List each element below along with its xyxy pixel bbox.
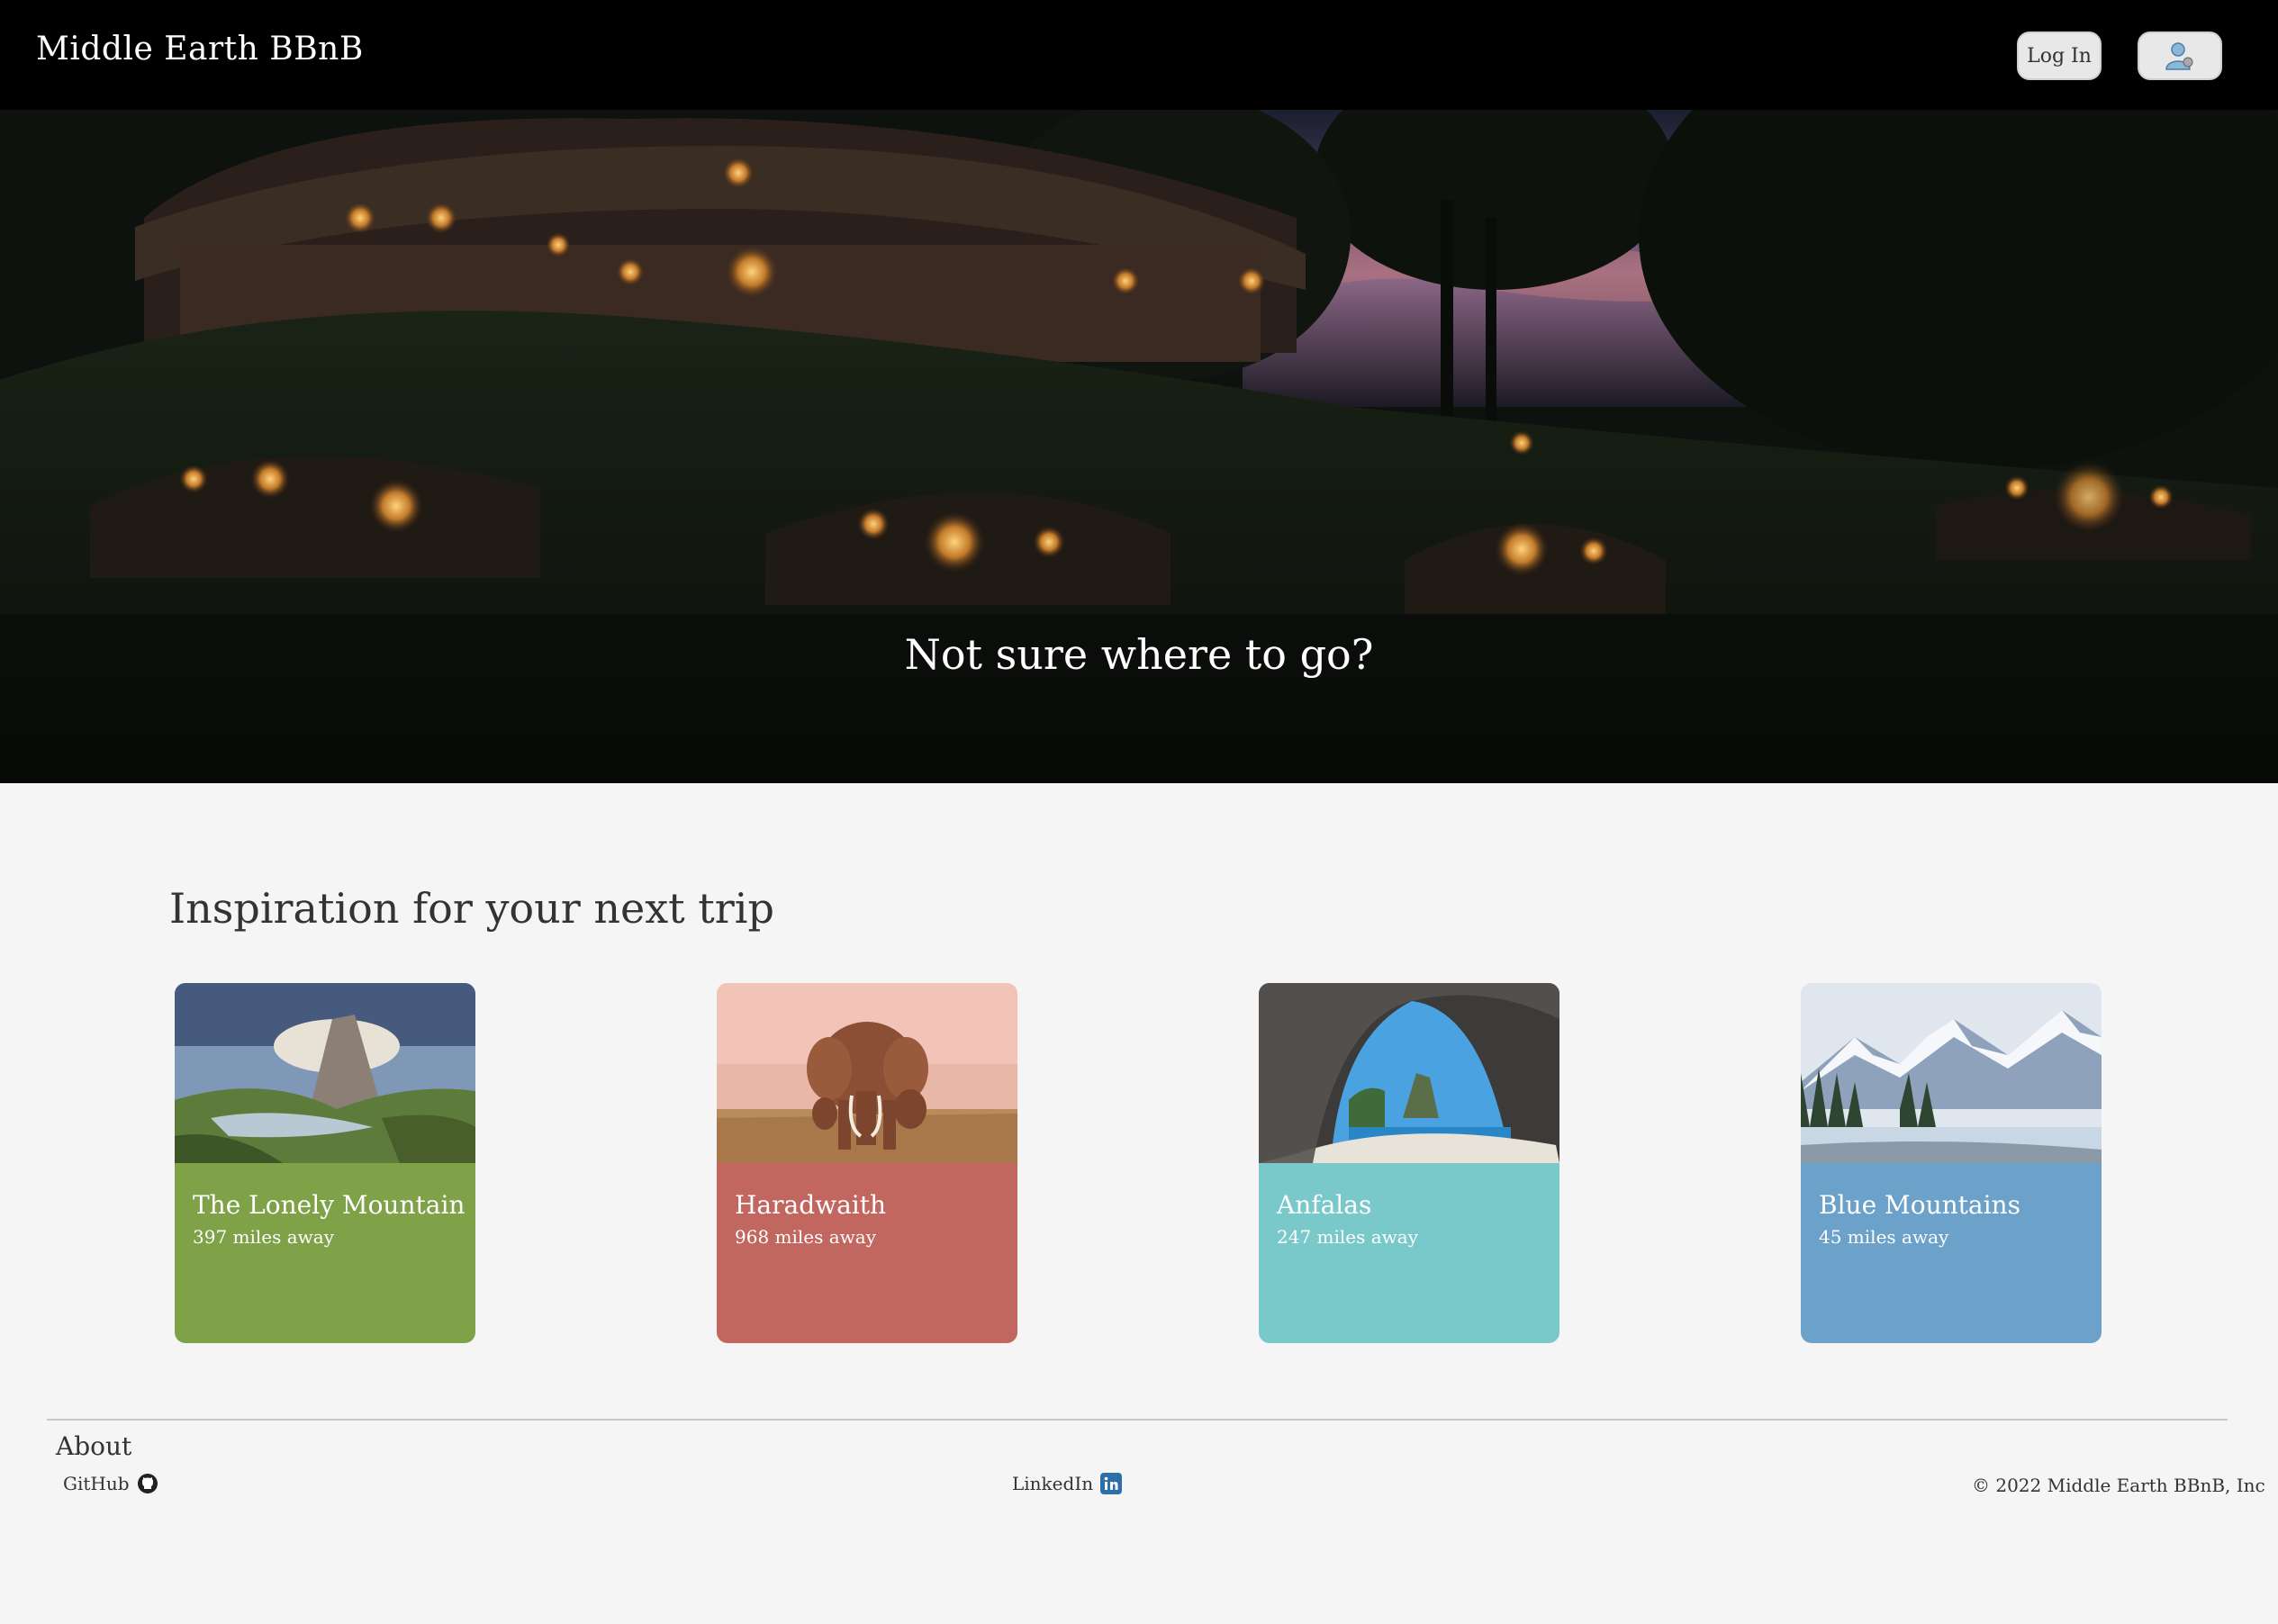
section-title: Inspiration for your next trip [169, 884, 774, 933]
linkedin-label: LinkedIn [1012, 1473, 1094, 1494]
user-menu-button[interactable] [2138, 32, 2222, 80]
user-avatar-icon [2165, 42, 2193, 70]
haradwaith-image [717, 983, 1017, 1163]
card-distance: 45 miles away [1819, 1226, 1949, 1248]
hero-banner: Not sure where to go? [0, 110, 2278, 783]
card-info: Anfalas 247 miles away [1259, 1163, 1559, 1343]
linkedin-link[interactable]: LinkedIn [1012, 1473, 1123, 1494]
destination-card-anfalas[interactable]: Anfalas 247 miles away [1259, 983, 1559, 1343]
login-button[interactable]: Log In [2017, 32, 2102, 80]
destination-card-blue-mountains[interactable]: Blue Mountains 45 miles away [1801, 983, 2102, 1343]
destination-card-lonely-mountain[interactable]: The Lonely Mountain 397 miles away [175, 983, 475, 1343]
copyright: © 2022 Middle Earth BBnB, Inc [1972, 1475, 2265, 1496]
top-nav: Middle Earth BBnB Log In [0, 0, 2278, 110]
card-distance: 968 miles away [735, 1226, 877, 1248]
page: Middle Earth BBnB Log In Not sure where … [0, 0, 2278, 1624]
hero-tagline: Not sure where to go? [904, 630, 1374, 679]
linkedin-icon [1100, 1473, 1123, 1494]
github-label: GitHub [63, 1473, 130, 1494]
brand-logo[interactable]: Middle Earth BBnB [36, 31, 364, 68]
github-icon [137, 1474, 158, 1493]
card-name: Haradwaith [735, 1190, 887, 1220]
anfalas-image [1259, 983, 1559, 1163]
hobbiton-night-image [0, 110, 2278, 783]
card-name: Anfalas [1277, 1190, 1372, 1220]
card-name: Blue Mountains [1819, 1190, 2020, 1220]
card-info: Haradwaith 968 miles away [717, 1163, 1017, 1343]
footer-about: About [56, 1431, 132, 1461]
footer-divider [47, 1419, 2228, 1421]
github-link[interactable]: GitHub [63, 1473, 158, 1494]
card-info: Blue Mountains 45 miles away [1801, 1163, 2102, 1343]
card-distance: 247 miles away [1277, 1226, 1419, 1248]
destination-card-haradwaith[interactable]: Haradwaith 968 miles away [717, 983, 1017, 1343]
card-name: The Lonely Mountain [193, 1190, 466, 1220]
lonely-mountain-image [175, 983, 475, 1163]
blue-mountains-image [1801, 983, 2102, 1163]
card-distance: 397 miles away [193, 1226, 335, 1248]
card-info: The Lonely Mountain 397 miles away [175, 1163, 475, 1343]
